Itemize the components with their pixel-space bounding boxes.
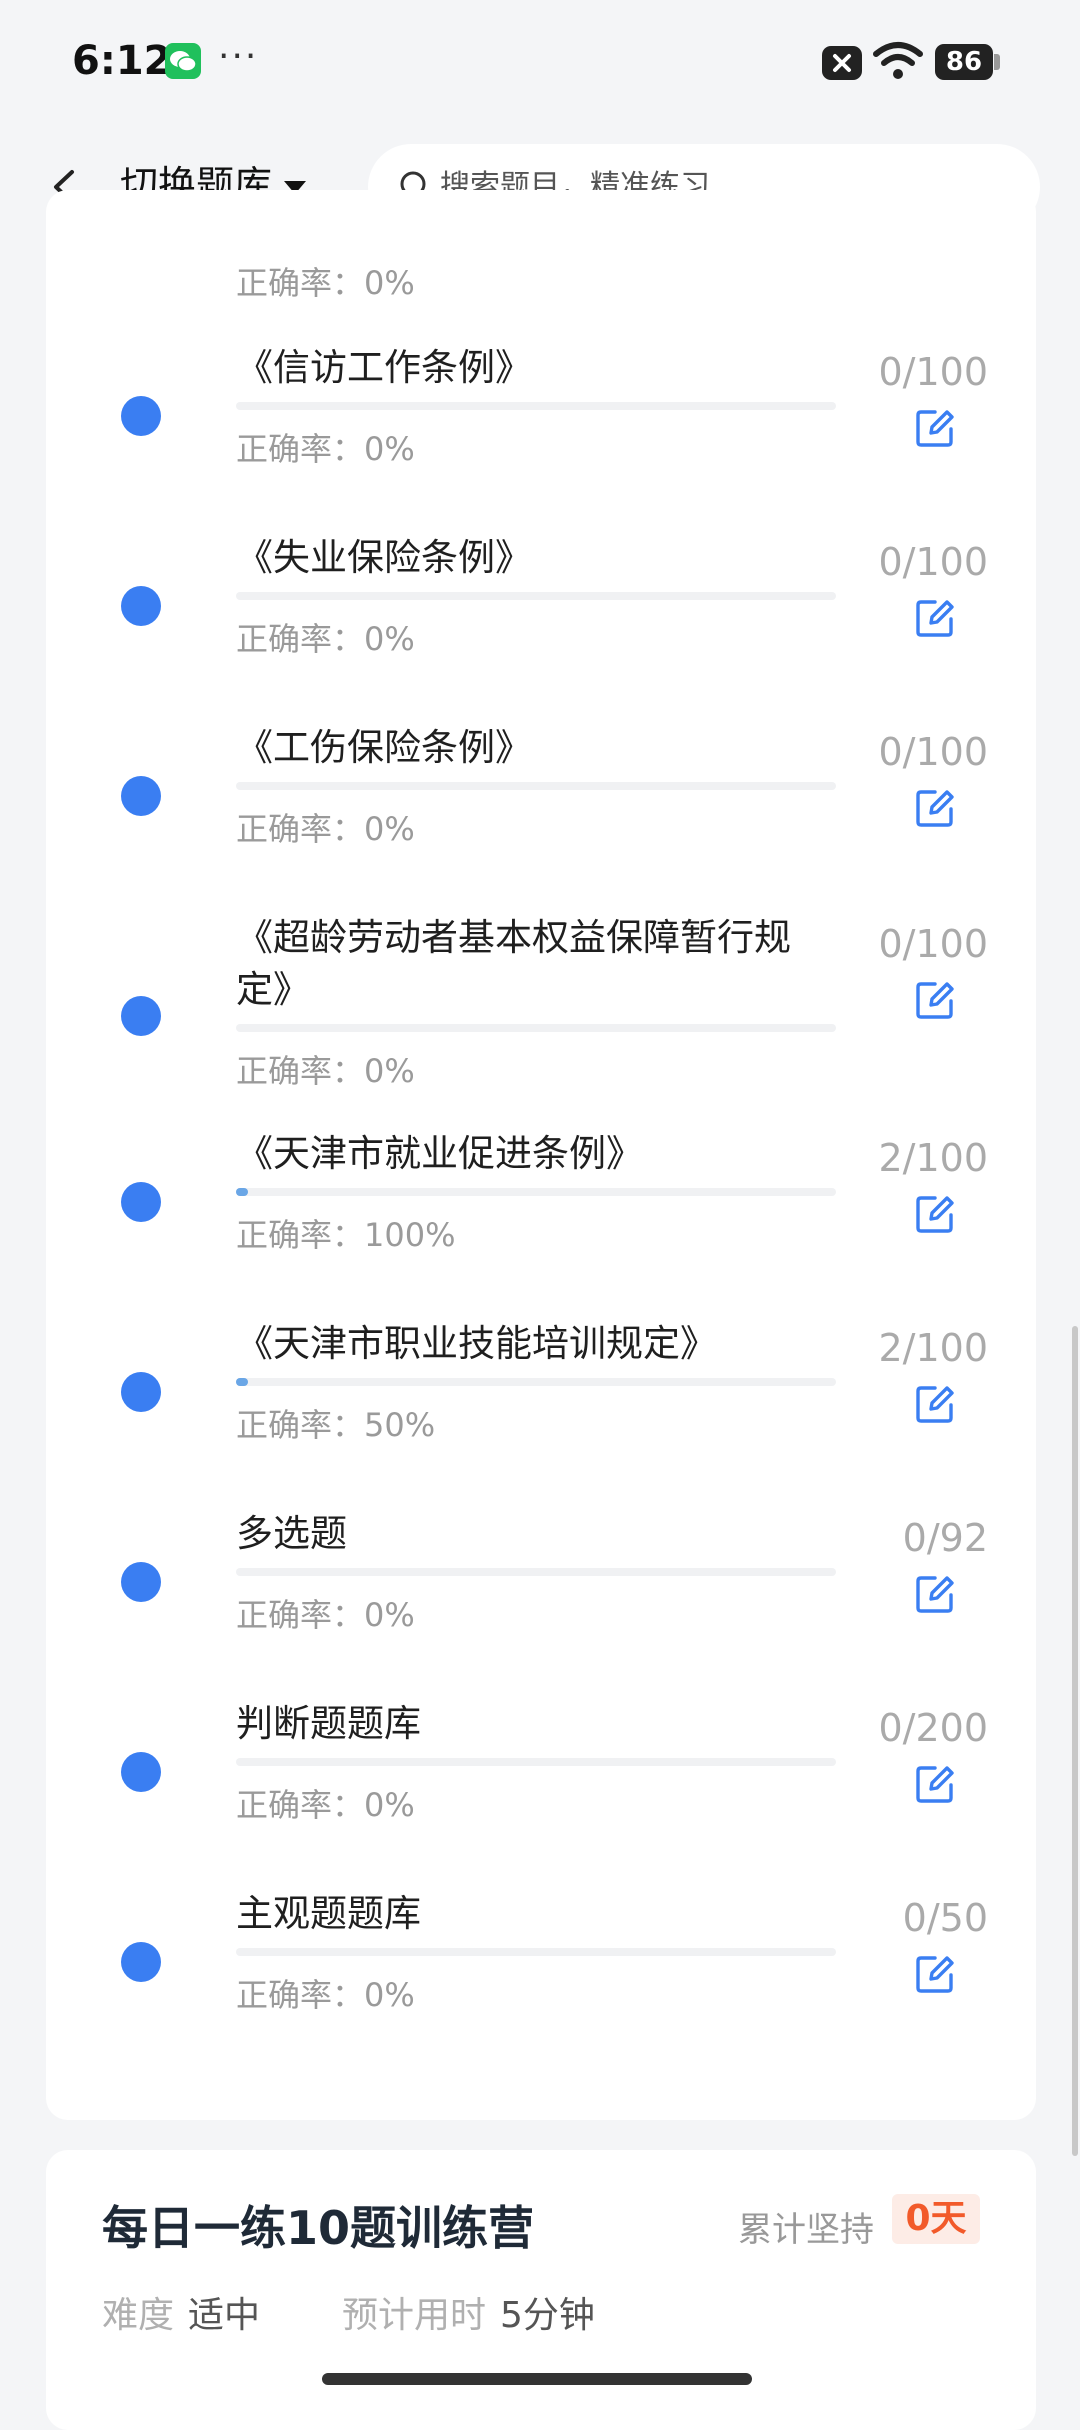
item-count: 0/100 <box>878 730 988 774</box>
accuracy-value: 0% <box>364 1596 415 1634</box>
difficulty: 难度 适中 <box>102 2286 260 2338</box>
accuracy-value: 0% <box>364 430 415 468</box>
item-count: 0/100 <box>878 350 988 394</box>
accuracy-value: 0% <box>364 1052 415 1090</box>
accuracy-text: 正确率：0% <box>236 614 415 660</box>
accuracy-label: 正确率： <box>236 810 365 848</box>
edit-icon[interactable] <box>913 1382 957 1426</box>
accuracy-text: 正确率：0% <box>236 1590 415 1636</box>
estimated-time-value: 5分钟 <box>500 2295 595 2336</box>
edit-icon[interactable] <box>913 1762 957 1806</box>
item-title: 《天津市就业促进条例》 <box>236 1132 643 1175</box>
item-title: 《天津市职业技能培训规定》 <box>236 1322 717 1365</box>
battery-tip <box>994 54 1000 70</box>
progress-bar <box>236 1948 836 1956</box>
accuracy-text: 正确率：0% <box>236 1046 415 1092</box>
progress-bar <box>236 1188 836 1196</box>
accuracy-value: 0% <box>364 264 415 302</box>
accuracy-label: 正确率： <box>236 1976 365 2014</box>
accuracy-label: 正确率： <box>236 620 365 658</box>
status-dot <box>121 1372 161 1412</box>
accuracy-label: 正确率： <box>236 1216 365 1254</box>
home-indicator[interactable] <box>322 2373 752 2385</box>
battery-icon: 86 <box>935 44 993 80</box>
difficulty-label: 难度 <box>102 2295 175 2336</box>
accuracy-label: 正确率： <box>236 1786 365 1824</box>
progress-bar <box>236 402 836 410</box>
estimated-time: 预计用时 5分钟 <box>342 2286 595 2338</box>
accuracy-text: 正确率：0% <box>236 258 415 304</box>
difficulty-value: 适中 <box>188 2295 261 2336</box>
accuracy-text: 正确率：0% <box>236 1970 415 2016</box>
accuracy-label: 正确率： <box>236 264 365 302</box>
progress-bar <box>236 1568 836 1576</box>
status-dot <box>121 1182 161 1222</box>
status-time: 6:12 <box>72 38 172 84</box>
accuracy-label: 正确率： <box>236 1406 365 1444</box>
progress-bar <box>236 592 836 600</box>
status-dot <box>121 1562 161 1602</box>
item-title: 《超龄劳动者基本权益保障暂行规定》 <box>236 916 791 1011</box>
status-dot <box>121 586 161 626</box>
progress-bar <box>236 1378 836 1386</box>
item-count: 0/50 <box>902 1896 988 1940</box>
wifi-icon <box>872 40 924 86</box>
no-sim-icon <box>822 46 862 80</box>
estimated-time-label: 预计用时 <box>342 2295 487 2336</box>
daily-practice-card[interactable]: 每日一练10题训练营 累计坚持 0天 难度 适中 预计用时 5分钟 <box>46 2150 1036 2430</box>
status-dot <box>121 1942 161 1982</box>
accuracy-text: 正确率：100% <box>236 1210 456 1256</box>
progress-fill <box>236 1378 248 1386</box>
accuracy-text: 正确率：0% <box>236 804 415 850</box>
edit-icon[interactable] <box>913 596 957 640</box>
persist-label: 累计坚持 <box>738 2210 874 2250</box>
progress-bar <box>236 1024 836 1032</box>
accuracy-value: 0% <box>364 620 415 658</box>
accuracy-value: 50% <box>364 1406 436 1444</box>
accuracy-text: 正确率：0% <box>236 424 415 470</box>
status-dot <box>121 1752 161 1792</box>
accuracy-text: 正确率：50% <box>236 1400 435 1446</box>
daily-practice-title: 每日一练10题训练营 <box>102 2201 535 2255</box>
item-count: 2/100 <box>878 1326 988 1370</box>
progress-fill <box>236 1188 248 1196</box>
progress-bar <box>236 1758 836 1766</box>
item-count: 2/100 <box>878 1136 988 1180</box>
status-dot <box>121 996 161 1036</box>
item-count: 0/100 <box>878 540 988 584</box>
edit-icon[interactable] <box>913 1192 957 1236</box>
accuracy-label: 正确率： <box>236 430 365 468</box>
more-notifications-icon: ··· <box>218 36 259 77</box>
item-title: 判断题题库 <box>236 1702 421 1745</box>
accuracy-value: 0% <box>364 1976 415 2014</box>
item-title: 多选题 <box>236 1512 347 1555</box>
edit-icon[interactable] <box>913 406 957 450</box>
accuracy-value: 0% <box>364 810 415 848</box>
scrollbar[interactable] <box>1072 1326 1078 2156</box>
status-dot <box>121 396 161 436</box>
edit-icon[interactable] <box>913 1572 957 1616</box>
edit-icon[interactable] <box>913 786 957 830</box>
item-count: 0/100 <box>878 922 988 966</box>
edit-icon[interactable] <box>913 978 957 1022</box>
accuracy-value: 0% <box>364 1786 415 1824</box>
accuracy-text: 正确率：0% <box>236 1780 415 1826</box>
accuracy-label: 正确率： <box>236 1596 365 1634</box>
progress-bar <box>236 782 836 790</box>
item-title: 《信访工作条例》 <box>236 346 532 389</box>
item-title: 《工伤保险条例》 <box>236 726 532 769</box>
item-count: 0/92 <box>902 1516 988 1560</box>
status-bar: 6:12 ··· 86 <box>0 0 1080 130</box>
item-title: 主观题题库 <box>236 1892 421 1935</box>
status-dot <box>121 776 161 816</box>
streak-days-badge: 0天 <box>892 2194 980 2244</box>
edit-icon[interactable] <box>913 1952 957 1996</box>
item-count: 0/200 <box>878 1706 988 1750</box>
question-bank-list: 正确率：0% 《信访工作条例》 正确率：0% 0/100 《失业保险条例》 正确… <box>0 248 1080 2148</box>
item-title: 《失业保险条例》 <box>236 536 532 579</box>
accuracy-value: 100% <box>364 1216 456 1254</box>
accuracy-label: 正确率： <box>236 1052 365 1090</box>
wechat-notification-icon <box>165 43 201 79</box>
